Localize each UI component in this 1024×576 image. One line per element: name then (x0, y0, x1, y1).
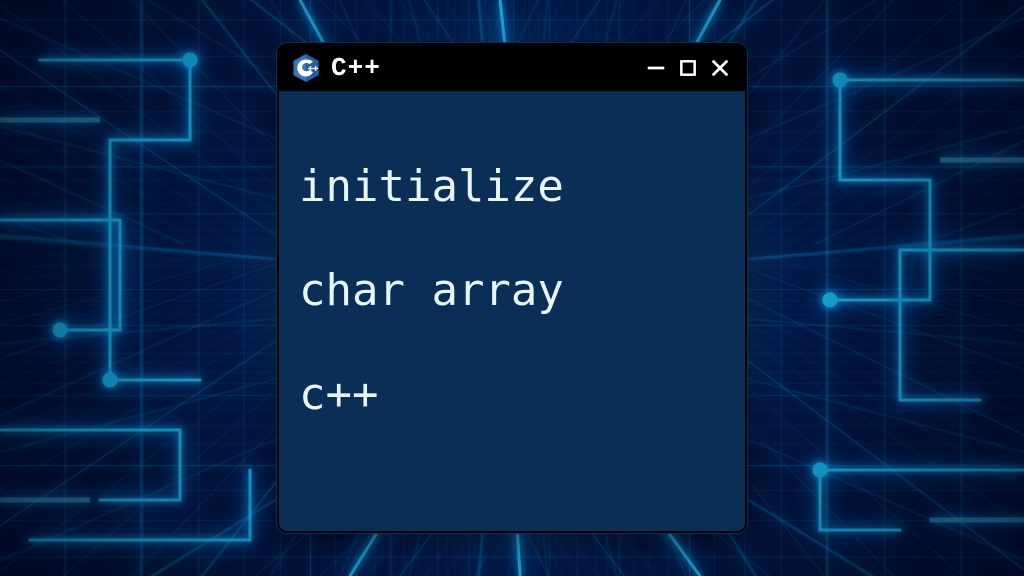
close-button[interactable] (707, 55, 733, 81)
maximize-icon (678, 58, 698, 78)
content-line: c++ (299, 369, 378, 420)
maximize-button[interactable] (675, 55, 701, 81)
minimize-button[interactable] (643, 55, 669, 81)
titlebar[interactable]: C++ (279, 45, 745, 91)
window-controls (643, 55, 733, 81)
content-line: initialize (299, 161, 564, 212)
terminal-content: initialize char array c++ (279, 91, 745, 438)
content-line: char array (299, 265, 564, 316)
minimize-icon (645, 57, 667, 79)
terminal-window: C++ initialize char array c++ (277, 43, 747, 533)
cpp-logo-icon (291, 53, 321, 83)
close-icon (709, 57, 731, 79)
window-title: C++ (331, 53, 633, 83)
